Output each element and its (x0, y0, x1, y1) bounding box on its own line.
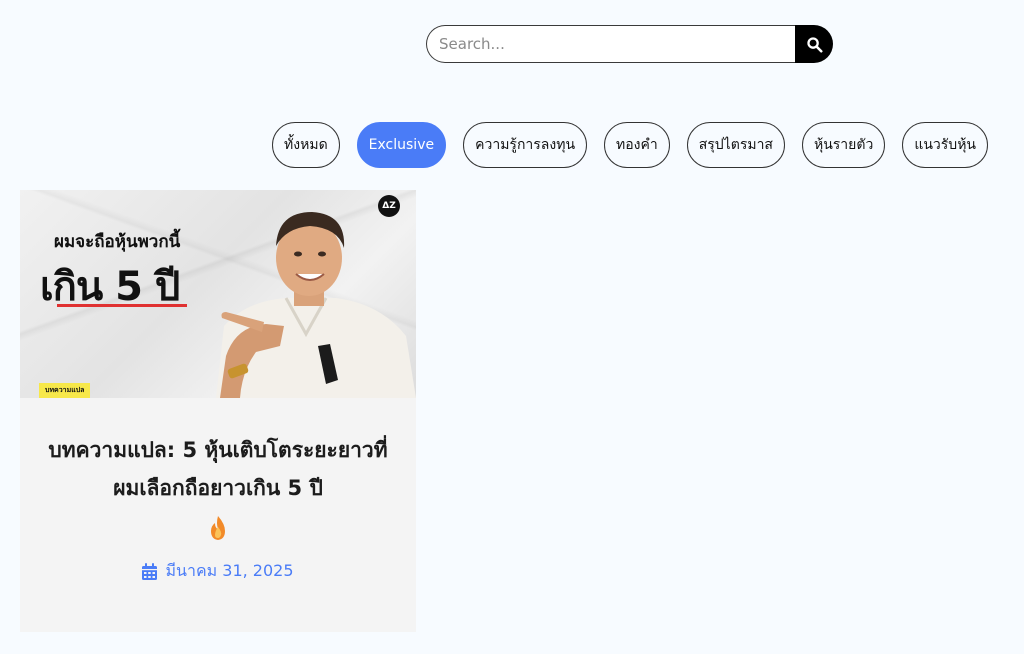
post-date-text: มีนาคม 31, 2025 (165, 561, 294, 580)
post-date: มีนาคม 31, 2025 (20, 559, 416, 584)
search-button[interactable] (795, 25, 833, 63)
search-input[interactable] (426, 25, 795, 63)
category-investment-knowledge[interactable]: ความรู้การลงทุน (463, 122, 588, 168)
category-all[interactable]: ทั้งหมด (272, 122, 340, 168)
thumbnail-headline-big: เกิน 5 ปี (40, 264, 180, 310)
fire-icon (211, 516, 225, 540)
search-form (426, 25, 833, 63)
category-quarterly-summary[interactable]: สรุปไตรมาส (686, 122, 785, 168)
search-icon (806, 36, 823, 53)
post-title-link[interactable]: บทความแปล: 5 หุ้นเติบโตระยะยาวที่ผมเลือก… (44, 431, 392, 545)
post-card: ผมจะถือหุ้นพวกนี้ เกิน 5 ปี บทความแปล ΔΖ (20, 190, 416, 632)
man-pointing-illustration (216, 212, 416, 398)
thumbnail-tag: บทความแปล (39, 383, 91, 398)
category-individual-stocks[interactable]: หุ้นรายตัว (801, 122, 886, 168)
post-title: บทความแปล: 5 หุ้นเติบโตระยะยาวที่ผมเลือก… (48, 438, 388, 500)
post-thumbnail[interactable]: ผมจะถือหุ้นพวกนี้ เกิน 5 ปี บทความแปล ΔΖ (20, 190, 416, 398)
category-gold[interactable]: ทองคำ (604, 122, 670, 168)
category-exclusive[interactable]: Exclusive (356, 122, 447, 168)
thumbnail-headline-small: ผมจะถือหุ้นพวกนี้ (54, 232, 181, 252)
category-support-levels[interactable]: แนวรับหุ้น (902, 122, 988, 168)
category-filter: ทั้งหมด Exclusive ความรู้การลงทุน ทองคำ … (272, 122, 988, 168)
calendar-icon (142, 563, 158, 580)
thumbnail-underline (57, 304, 187, 307)
